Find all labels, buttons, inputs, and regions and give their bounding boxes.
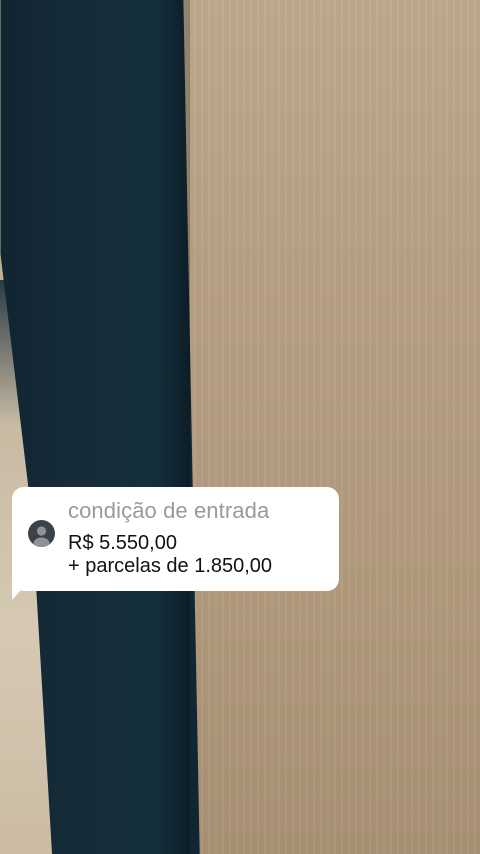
user-avatar-icon[interactable] — [28, 520, 55, 547]
message-title: condição de entrada — [68, 498, 270, 523]
wood-panel-wall — [180, 0, 480, 854]
background-photo: condição de entrada R$ 5.550,00 + parcel… — [0, 0, 480, 854]
message-installments: + parcelas de 1.850,00 — [68, 555, 273, 577]
message-entry-price: R$ 5.550,00 — [68, 532, 177, 554]
door-shadow — [160, 0, 190, 854]
